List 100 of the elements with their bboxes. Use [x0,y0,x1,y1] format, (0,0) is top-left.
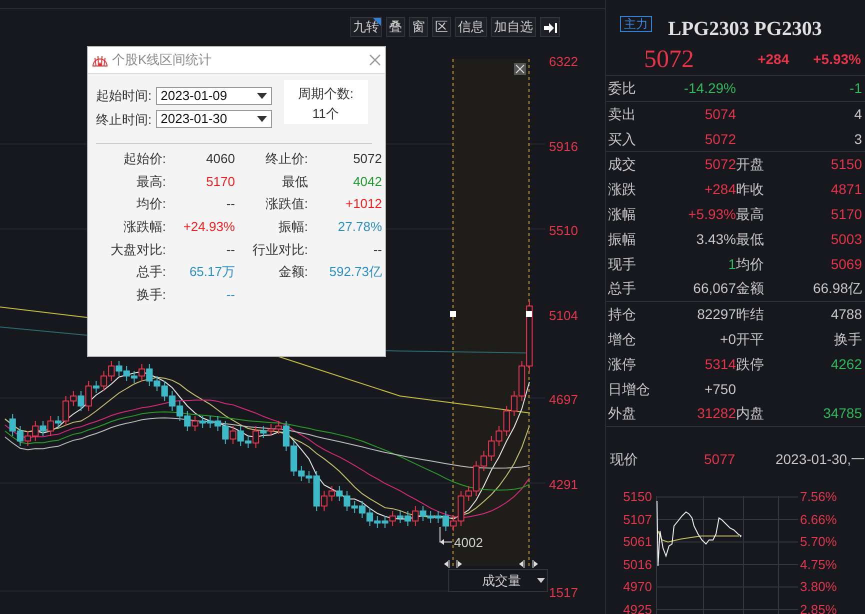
quote-time: 2023-01-30,一 [775,450,865,469]
stat-value: 65.17万 [188,263,235,282]
axis-label: 4291 [549,476,578,494]
quote-value: 4788 [830,305,862,324]
app-icon [92,53,108,67]
volume-selector[interactable]: 成交量 [448,569,548,592]
axis-label: 4970 [622,578,652,596]
axis-label: 5016 [622,556,652,574]
quote-value: 31282 [696,404,736,424]
dialog-title: 个股K线区间统计 [112,51,213,70]
quote-value: 换手 [833,330,862,349]
stat-label: 起始价: [122,150,166,168]
quote-label: 成交 [608,155,637,174]
quote-value: 4871 [830,180,862,200]
caret-icon [537,578,545,583]
quote-value: 5077 [704,450,736,469]
stat-label: 金额: [277,263,308,282]
toolbar-button[interactable]: 加自选 [491,17,536,37]
quote-label: 买入 [608,130,637,149]
date-dropdown[interactable]: 2023-01-09 [156,86,272,105]
stat-value: 592.73亿 [328,263,382,282]
quote-value: 5314 [704,354,736,374]
arrow-to-bar-icon [543,22,557,34]
stat-value: -- [372,240,382,259]
quote-label: 外盘 [608,404,637,424]
field-label: 终止时间: [96,110,152,128]
axis-label: 5.70% [800,533,837,552]
axis-label: 5061 [622,533,652,552]
quote-value: 1 [727,254,736,274]
period-label: 周期个数: [296,85,354,103]
stat-label: 最高: [135,172,166,191]
stat-value: -- [225,240,235,259]
axis-label: 4697 [549,391,578,410]
caret-icon [256,116,267,122]
quote-value: 66.98亿 [812,279,862,298]
quote-value: 5072 [704,155,736,174]
toolbar-button[interactable] [540,17,560,37]
quote-value: 66,067 [692,279,736,298]
stat-value: +24.93% [182,218,235,236]
arrow-right-icon[interactable] [532,560,538,568]
axis-label: 5510 [549,222,578,240]
stat-label: 涨跌值: [264,195,308,214]
period-count: 11个 [311,104,340,122]
axis-label: 5150 [622,488,652,506]
change-percent: +5.93% [813,50,861,69]
toolbar-button[interactable]: 窗 [409,17,428,37]
toolbar-button[interactable]: 区 [432,17,451,37]
low-price-label: 4002 [454,535,483,550]
quote-value: 3.43% [695,230,736,249]
axis-label: 6.66% [800,510,837,529]
axis-label: 7.56% [800,488,837,506]
stat-value: 4042 [352,172,382,191]
stat-value: 27.78% [336,218,382,236]
stat-label: 行业对比: [251,240,308,259]
last-price: 5072 [644,44,694,75]
stat-label: 换手: [135,286,166,304]
close-icon[interactable] [369,54,381,66]
axis-label: 4.75% [800,556,837,574]
toolbar-button[interactable]: 叠 [386,17,405,37]
quote-label: 涨跌 [608,180,637,200]
stat-value: -- [225,286,235,304]
arrow-right-icon[interactable] [456,560,462,568]
quote-value: -14.29% [682,79,736,98]
stat-label: 总手: [135,263,166,282]
stat-value: -- [225,195,235,214]
arrow-left-icon[interactable] [444,560,450,568]
quote-value: 5170 [830,204,862,224]
quote-value: 5074 [704,104,736,124]
quote-label: 卖出 [608,104,637,124]
axis-label: 3.80% [800,578,837,596]
axis-label: 1517 [549,584,578,602]
leader-line [440,526,452,545]
toolbar-button[interactable]: 信息 [455,17,487,37]
field-label: 起始时间: [96,87,152,105]
stat-value: +1012 [344,195,382,214]
date-dropdown[interactable]: 2023-01-30 [156,110,272,128]
quote-label: 现价 [610,450,638,469]
quote-label: 振幅 [608,230,637,249]
stat-value: 4060 [205,150,235,168]
quote-value: -1 [848,79,862,98]
stat-label: 终止价: [264,150,308,168]
quote-label: 日增仓 [608,380,651,399]
toolbar-button[interactable]: 九转 [350,17,382,37]
price-change: +284 [758,50,790,69]
quote-value: 34785 [822,404,862,424]
quote-label: 最低 [736,230,765,249]
range-handle[interactable] [526,311,532,317]
quote-value: +750 [703,380,736,399]
arrow-left-icon[interactable] [519,560,524,568]
range-handle[interactable] [450,311,456,317]
quote-label: 委比 [608,79,637,98]
axis-label: 5104 [549,306,578,325]
caret-icon [256,92,267,99]
stat-label: 涨跌幅: [122,218,166,236]
quote-value: +0 [719,330,736,349]
stat-label: 最低 [281,172,308,191]
quote-value: 5150 [830,155,862,174]
badge-label: 主力 [620,16,652,32]
stat-label: 均价: [135,195,166,214]
axis-label: 4925 [622,600,652,614]
